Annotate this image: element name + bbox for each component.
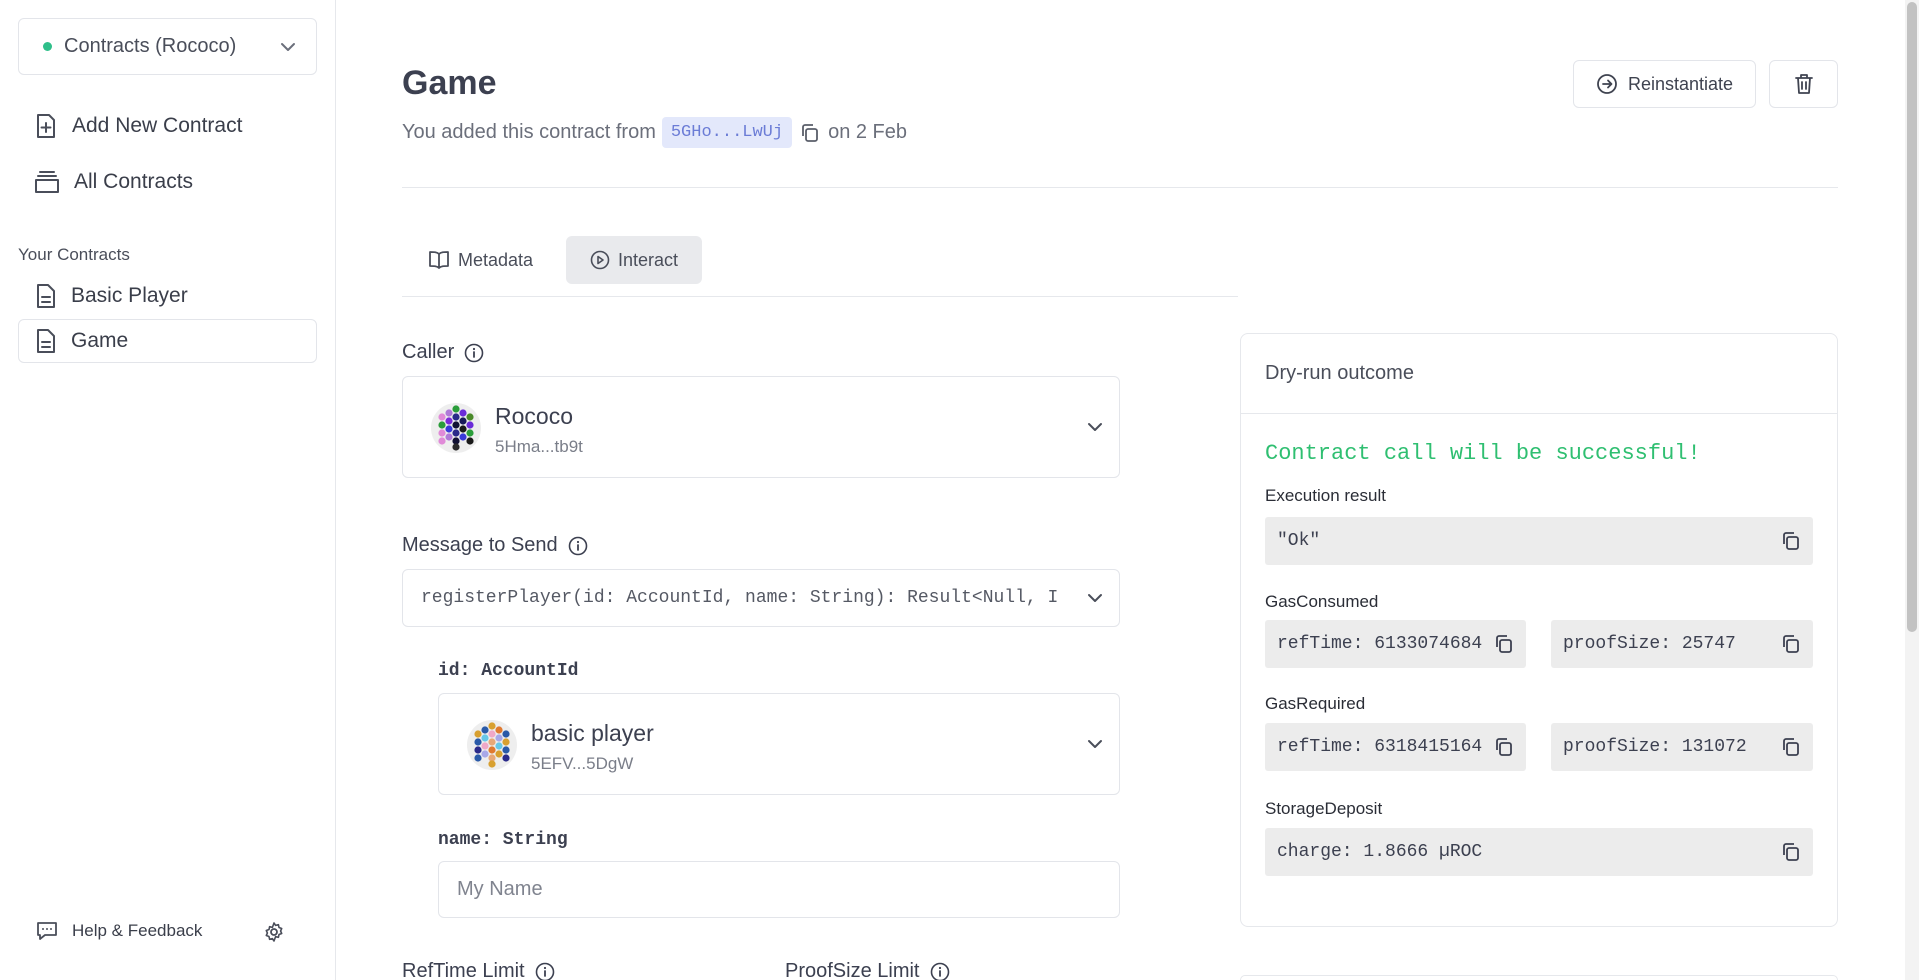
chevron-down-icon (278, 37, 298, 62)
account-identicon (467, 720, 517, 770)
tab-label: Metadata (458, 249, 534, 270)
arrow-right-circle-icon (1597, 74, 1617, 94)
gas-consumed-label: GasConsumed (1265, 592, 1379, 611)
play-circle-icon (590, 250, 610, 270)
storage-deposit-value: charge: 1.8666 µROC (1265, 828, 1813, 876)
param-name-label: name: String (438, 830, 568, 850)
gas-required-proofsize: proofSize: 131072 (1551, 723, 1813, 771)
gas-consumed-reftime-text: refTime: 6133074684 (1277, 634, 1483, 654)
reinstantiate-label: Reinstantiate (1627, 73, 1734, 94)
sidebar: Contracts (Rococo) Add New Contract All … (0, 0, 336, 980)
dryrun-status: Contract call will be successful! (1265, 441, 1701, 466)
execution-result-value: "Ok" (1265, 517, 1813, 565)
copy-icon[interactable] (1781, 842, 1801, 868)
copy-icon[interactable] (1494, 634, 1514, 660)
copy-icon[interactable] (1781, 634, 1801, 660)
storage-deposit-label: StorageDeposit (1265, 799, 1383, 818)
info-icon[interactable] (464, 343, 484, 363)
nav-add-new-contract[interactable]: Add New Contract (34, 113, 242, 139)
file-plus-icon (37, 114, 55, 138)
help-label: Help & Feedback (72, 921, 203, 940)
info-icon[interactable] (568, 536, 588, 556)
account-name: Rococo (495, 403, 573, 429)
network-status-dot (43, 42, 52, 51)
archive-icon (35, 171, 59, 193)
proofsize-limit-label: ProofSize Limit (785, 960, 950, 980)
tab-bar: Metadata Interact (402, 236, 1238, 297)
sidebar-item-label: Game (71, 329, 129, 352)
contract-address: 5GHo...LwUj (661, 117, 793, 148)
delete-button[interactable] (1769, 60, 1838, 108)
chevron-down-icon (1085, 588, 1105, 613)
your-contracts-heading: Your Contracts (18, 245, 130, 264)
caller-select[interactable]: Rococo 5Hma...tb9t (402, 376, 1120, 478)
dryrun-title: Dry-run outcome (1241, 334, 1837, 414)
chevron-down-icon (1085, 417, 1105, 442)
message-select[interactable]: registerPlayer(id: AccountId, name: Stri… (402, 569, 1120, 627)
network-select[interactable]: Contracts (Rococo) (18, 18, 317, 75)
reftime-label-text: RefTime Limit (402, 960, 525, 980)
trash-icon (1794, 74, 1813, 94)
secondary-panel (1240, 975, 1838, 980)
account-name: basic player (531, 720, 654, 746)
message-label: Message to Send (402, 534, 588, 557)
tab-label: Interact (618, 249, 679, 270)
reftime-limit-label: RefTime Limit (402, 960, 555, 980)
contract-subtitle: You added this contract from 5GHo...LwUj… (402, 117, 907, 148)
account-identicon (431, 403, 481, 453)
gas-required-reftime: refTime: 6318415164 (1265, 723, 1526, 771)
subtitle-prefix: You added this contract from (402, 121, 656, 143)
chat-icon (37, 922, 57, 940)
dryrun-panel: Dry-run outcome Contract call will be su… (1240, 333, 1838, 927)
copy-icon[interactable] (1781, 531, 1801, 557)
nav-add-label: Add New Contract (72, 114, 243, 137)
gas-required-proofsize-text: proofSize: 131072 (1563, 737, 1747, 757)
network-label: Contracts (Rococo) (64, 35, 237, 57)
subtitle-suffix: on 2 Feb (828, 121, 908, 143)
copy-icon[interactable] (1781, 737, 1801, 763)
caller-label: Caller (402, 341, 484, 364)
chevron-down-icon (1085, 734, 1105, 759)
sidebar-item-basic-player[interactable]: Basic Player (18, 274, 317, 318)
gear-icon[interactable] (263, 921, 285, 948)
header-divider (402, 187, 1838, 188)
copy-icon[interactable] (800, 123, 820, 143)
scrollbar-thumb[interactable] (1907, 2, 1917, 632)
message-label-text: Message to Send (402, 534, 558, 556)
message-value: registerPlayer(id: AccountId, name: Stri… (421, 588, 1059, 608)
caller-label-text: Caller (402, 341, 455, 363)
proofsize-label-text: ProofSize Limit (785, 960, 920, 980)
gas-consumed-proofsize: proofSize: 25747 (1551, 620, 1813, 668)
info-icon[interactable] (930, 962, 950, 980)
document-icon (37, 284, 55, 308)
sidebar-item-game[interactable]: Game (18, 319, 317, 363)
param-id-select[interactable]: basic player 5EFV...5DgW (438, 693, 1120, 795)
gas-required-reftime-text: refTime: 6318415164 (1277, 737, 1483, 757)
nav-all-label: All Contracts (74, 170, 194, 193)
storage-deposit-text: charge: 1.8666 µROC (1277, 842, 1483, 862)
sidebar-item-label: Basic Player (71, 284, 188, 307)
tab-interact[interactable]: Interact (566, 236, 703, 284)
account-address: 5Hma...tb9t (495, 437, 583, 456)
execution-result-label: Execution result (1265, 486, 1386, 505)
gas-consumed-reftime: refTime: 6133074684 (1265, 620, 1526, 668)
reinstantiate-button[interactable]: Reinstantiate (1573, 60, 1756, 108)
help-feedback-link[interactable]: Help & Feedback (36, 920, 202, 942)
name-input[interactable] (438, 861, 1120, 918)
tab-metadata[interactable]: Metadata (404, 236, 557, 284)
document-icon (37, 329, 55, 353)
gas-consumed-proofsize-text: proofSize: 25747 (1563, 634, 1736, 654)
gas-required-label: GasRequired (1265, 694, 1366, 713)
page-title: Game (402, 64, 497, 102)
book-icon (429, 251, 449, 269)
account-address: 5EFV...5DgW (531, 754, 634, 773)
param-id-label: id: AccountId (438, 661, 579, 681)
copy-icon[interactable] (1494, 737, 1514, 763)
execution-result-text: "Ok" (1277, 531, 1321, 551)
info-icon[interactable] (535, 962, 555, 980)
nav-all-contracts[interactable]: All Contracts (34, 170, 193, 194)
